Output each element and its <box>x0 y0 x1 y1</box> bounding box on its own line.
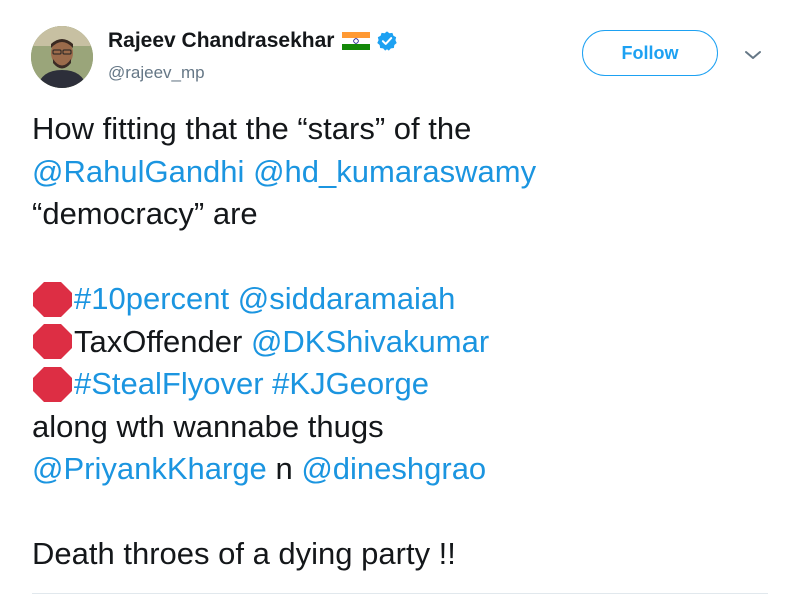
tweet-text-segment: along wth wannabe thugs <box>32 408 384 444</box>
tweet-line: @RahulGandhi @hd_kumaraswamy <box>32 151 772 194</box>
tweet-text-segment: Death throes of a dying party !! <box>32 536 456 571</box>
hashtag-link[interactable]: #StealFlyover <box>74 363 264 406</box>
tweet-line: along wth wannabe thugs <box>32 406 772 449</box>
tweet-line: How fitting that the “stars” of the <box>32 108 772 151</box>
mention-link[interactable]: @RahulGandhi <box>32 151 244 194</box>
author-name[interactable]: Rajeev Chandrasekhar <box>108 29 334 53</box>
mention-link[interactable]: @hd_kumaraswamy <box>253 151 536 194</box>
stop-sign-emoji-icon <box>32 366 73 403</box>
mention-link[interactable]: @dineshgrao <box>301 448 486 491</box>
tweet-header: Rajeev Chandrasekhar @rajeev_mp Follow <box>0 0 800 100</box>
stop-sign-emoji-icon <box>32 323 73 360</box>
tweet-text-segment: “democracy” are <box>32 196 258 231</box>
divider <box>32 593 768 594</box>
hashtag-link[interactable]: #KJGeorge <box>272 363 429 406</box>
mention-link[interactable]: @DKShivakumar <box>251 321 489 364</box>
author-handle[interactable]: @rajeev_mp <box>108 63 205 83</box>
mention-link[interactable]: @PriyankKharge <box>32 448 267 491</box>
hashtag-link[interactable]: #10percent <box>74 278 229 321</box>
tweet-text-segment: How fitting that the “stars” of the <box>32 111 472 146</box>
follow-button[interactable]: Follow <box>582 30 718 76</box>
tweet-line: #10percent @siddaramaiah <box>32 278 772 321</box>
tweet-line: TaxOffender @DKShivakumar <box>32 321 772 364</box>
tweet-line: #StealFlyover #KJGeorge <box>32 363 772 406</box>
chevron-down-icon[interactable] <box>744 48 762 60</box>
tweet-text-segment: n <box>275 451 293 486</box>
tweet-text: How fitting that the “stars” of the @Rah… <box>32 108 772 576</box>
mention-link[interactable]: @siddaramaiah <box>238 278 456 321</box>
name-row: Rajeev Chandrasekhar <box>108 29 398 53</box>
india-flag-icon <box>342 32 371 50</box>
stop-sign-emoji-icon <box>32 281 73 318</box>
tweet-text-segment: TaxOffender <box>74 323 243 359</box>
verified-badge-icon <box>376 30 398 52</box>
avatar-photo <box>31 26 93 88</box>
tweet-line: “democracy” are <box>32 193 772 236</box>
avatar[interactable] <box>31 26 93 88</box>
tweet-line: Death throes of a dying party !! <box>32 533 772 576</box>
tweet-line: @PriyankKharge n @dineshgrao <box>32 448 772 491</box>
